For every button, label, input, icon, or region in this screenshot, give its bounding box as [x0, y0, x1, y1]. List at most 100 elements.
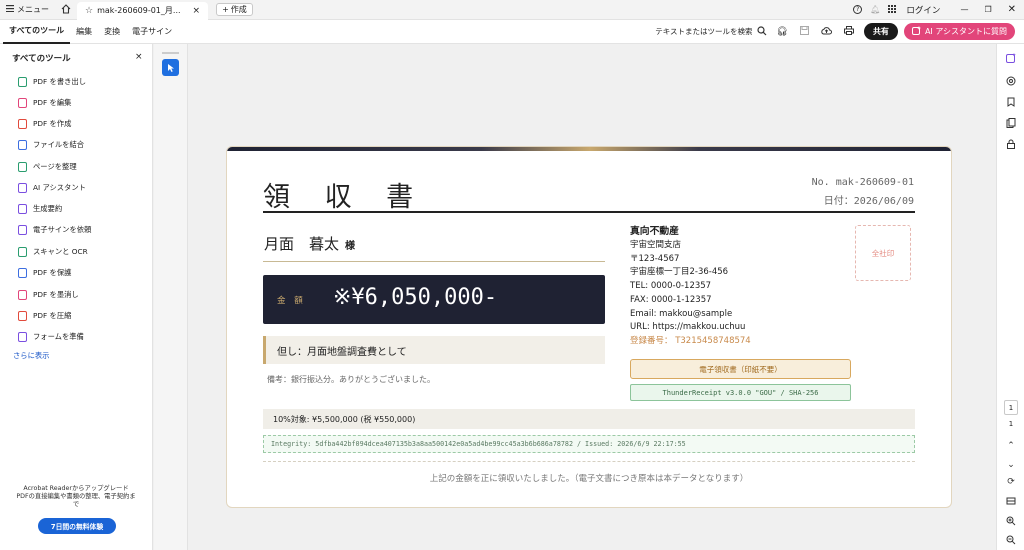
menu-button[interactable]: メニュー [0, 0, 55, 20]
pages-icon[interactable] [1006, 118, 1016, 128]
tool-item[interactable]: PDF を保護 [18, 266, 71, 280]
seal-label: 全社印 [871, 248, 895, 258]
upgrade-text-3: で [72, 501, 80, 508]
page-number-input[interactable]: 1 [1004, 400, 1018, 415]
zoom-out-icon[interactable] [1006, 535, 1016, 545]
receipt-top-band [227, 147, 951, 151]
select-tool-button[interactable] [162, 59, 179, 76]
tool-icon [18, 225, 27, 235]
tool-label: 電子サインを依頼 [33, 225, 92, 234]
tool-item[interactable]: 電子サインを依頼 [18, 223, 91, 237]
receipt-date: 日付：2026/06/09 [823, 196, 914, 207]
tool-icon [18, 290, 27, 300]
honorific: 様 [345, 241, 356, 252]
tool-item[interactable]: スキャンと OCR [18, 245, 88, 259]
search-icon[interactable] [756, 25, 767, 38]
tool-icon [18, 311, 27, 321]
total-pages: 1 [1008, 420, 1014, 428]
close-window-icon[interactable]: ✕ [1008, 4, 1016, 15]
audio-icon[interactable]: 🎧︎ [777, 27, 788, 37]
tool-label: PDF を墨消し [33, 290, 79, 299]
bookmark-icon[interactable] [1006, 97, 1016, 107]
share-button[interactable]: 共有 [863, 23, 898, 40]
page-down-icon[interactable]: ⌄ [1006, 460, 1016, 470]
new-tab-label: 作成 [230, 5, 247, 14]
e-receipt-badge: 電子領収書（印紙不要） [630, 359, 851, 379]
purpose-box: 但し：月面地盤調査費として [263, 336, 605, 364]
search-label[interactable]: テキストまたはツールを検索 [655, 26, 752, 37]
issuer-fax: FAX: 0000-1-12357 [630, 294, 712, 305]
quick-tools-strip [154, 44, 188, 550]
restore-icon[interactable]: ❐ [984, 5, 991, 14]
issuer-postal: 〒123-4567 [630, 253, 680, 264]
integrity-text: Integrity: 5dfba442bf094dcea407135b3a8aa… [271, 440, 686, 448]
hamburger-icon [6, 5, 14, 14]
tool-item[interactable]: フォームを準備 [18, 330, 84, 344]
purpose-text: 但し：月面地盤調査費として [277, 346, 407, 358]
ai-summary-icon[interactable] [1006, 53, 1016, 63]
right-rail: ⌃ ⌄ ⟳ [996, 44, 1024, 550]
issuer-branch: 宇宙空間支店 [630, 240, 682, 250]
tool-item[interactable]: PDF を編集 [18, 96, 71, 110]
print-icon[interactable] [843, 26, 854, 37]
tool-label: ファイルを結合 [33, 140, 85, 149]
home-icon [61, 3, 71, 16]
tab-edit[interactable]: 編集 [70, 20, 98, 44]
tool-label: PDF を保護 [33, 268, 72, 277]
apps-grid-icon[interactable] [888, 4, 897, 15]
save-icon[interactable] [799, 26, 809, 37]
tool-item[interactable]: 生成要約 [18, 202, 62, 216]
close-panel-icon[interactable]: × [135, 52, 143, 62]
tab-esign[interactable]: 電子サイン [126, 20, 178, 44]
document-tab[interactable]: ☆ mak-260609-01_月... × [77, 1, 209, 20]
tool-icon [18, 162, 27, 172]
tool-icon [18, 119, 27, 129]
tool-item[interactable]: PDF を墨消し [18, 288, 79, 302]
comment-icon[interactable] [1006, 76, 1016, 86]
tool-item[interactable]: ファイルを結合 [18, 138, 84, 152]
tab-all-tools[interactable]: すべてのツール [3, 20, 71, 44]
tool-label: AI アシスタント [33, 183, 86, 192]
customer-rule [263, 261, 605, 262]
close-tab-icon[interactable]: × [193, 6, 201, 16]
tool-item[interactable]: AI アシスタント [18, 181, 86, 195]
home-button[interactable] [55, 0, 77, 20]
tool-item[interactable]: PDF を作成 [18, 117, 71, 131]
zoom-in-icon[interactable] [1006, 516, 1016, 526]
bell-icon[interactable]: 🔔︎ [870, 5, 880, 14]
page-up-icon[interactable]: ⌃ [1006, 441, 1016, 451]
free-trial-button[interactable]: 7日間の無料体験 [38, 518, 116, 534]
login-button[interactable]: ログイン [906, 4, 940, 16]
title-bar: メニュー ☆ mak-260609-01_月... × + 作成 ? 🔔︎ ログ… [0, 0, 1024, 20]
issuer-email: Email: makkou@sample [630, 308, 733, 319]
customer-name: 月面 暮太 [264, 235, 340, 253]
upgrade-text: Acrobat Readerからアップグレード PDFの直接編集や書類の整理、電… [6, 485, 146, 509]
tools-panel: すべてのツール × PDF を書き出し PDF を編集 PDF を作成 ファイルを結合… [0, 44, 153, 550]
help-icon[interactable]: ? [853, 5, 863, 14]
tool-icon [18, 140, 27, 150]
tool-label: PDF を圧縮 [33, 311, 72, 320]
issuer-block: 真向不動産 宇宙空間支店 〒123-4567 宇宙座標一丁目2-36-456 T… [630, 225, 751, 349]
show-more-link[interactable]: さらに表示 [13, 351, 49, 361]
cursor-icon [167, 58, 175, 77]
cloud-upload-icon[interactable] [821, 26, 832, 37]
ai-sparkle-icon [911, 26, 921, 37]
tool-item[interactable]: PDF を圧縮 [18, 309, 71, 323]
rotate-icon[interactable]: ⟳ [1006, 477, 1016, 487]
share-label: 共有 [872, 27, 889, 36]
ai-assistant-button[interactable]: AI アシスタントに質問 [903, 23, 1015, 40]
fit-page-icon[interactable] [1006, 496, 1016, 506]
lock-icon[interactable] [1006, 139, 1016, 149]
star-icon[interactable]: ☆ [85, 6, 93, 16]
minimize-icon[interactable]: — [960, 5, 968, 14]
tab-title: mak-260609-01_月... [97, 6, 181, 15]
remarks-text: 備考：銀行振込分。ありがとうございました。 [267, 375, 435, 384]
menu-bar: すべてのツール 編集 変換 電子サイン テキストまたはツールを検索 🎧︎ 共有 … [0, 20, 1024, 44]
tool-item[interactable]: ページを整理 [18, 160, 77, 174]
tool-item[interactable]: PDF を書き出し [18, 75, 86, 89]
tool-icon [18, 98, 27, 108]
new-tab-button[interactable]: + 作成 [216, 3, 253, 16]
tab-convert[interactable]: 変換 [98, 20, 126, 44]
receipt-number: No. mak-260609-01 [811, 177, 914, 188]
issuer-url: URL: https://makkou.uchuu [630, 322, 746, 333]
